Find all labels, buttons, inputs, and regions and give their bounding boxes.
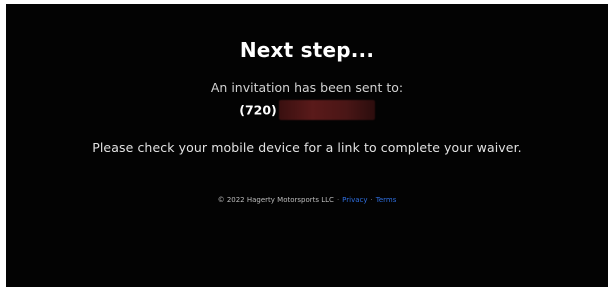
terms-link[interactable]: Terms: [376, 196, 397, 204]
footer-separator: ·: [370, 196, 373, 204]
footer-separator: ·: [336, 196, 340, 204]
copyright-text: © 2022 Hagerty Motorsports LLC: [217, 196, 334, 204]
phone-number: (720): [6, 100, 608, 120]
page-title: Next step...: [239, 38, 375, 62]
phone-redaction: [278, 100, 375, 120]
waiver-confirmation-screen: Next step... An invitation has been sent…: [6, 4, 608, 287]
privacy-link[interactable]: Privacy: [342, 196, 367, 204]
phone-area-code: (720): [239, 102, 277, 118]
footer: © 2022 Hagerty Motorsports LLC · Privacy · T…: [6, 196, 608, 204]
instructions-text: Please check your mobile device for a li…: [92, 140, 522, 155]
invitation-message: An invitation has been sent to:: [210, 80, 404, 95]
